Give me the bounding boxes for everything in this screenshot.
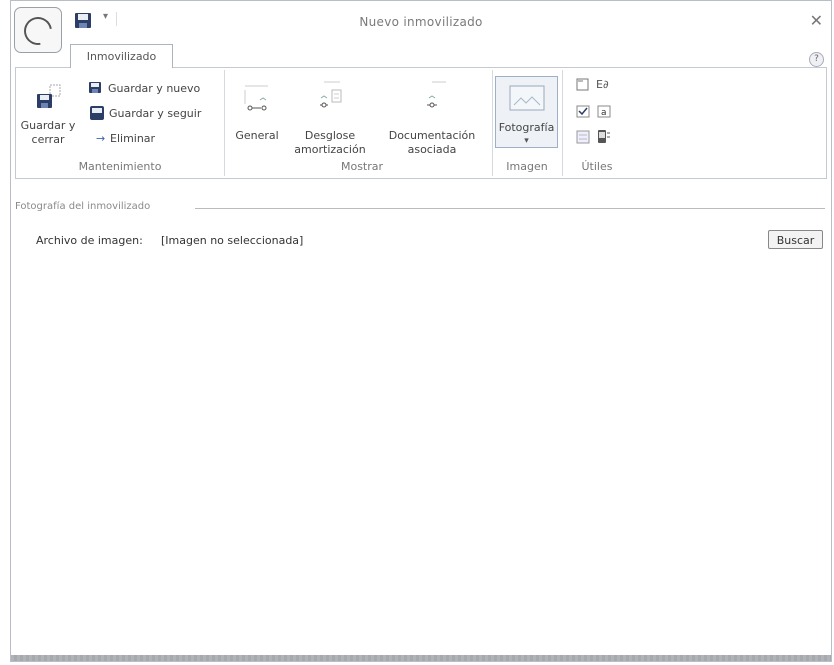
save-new-icon (89, 82, 101, 93)
app-orb-button[interactable] (14, 7, 62, 53)
save-close-icon (37, 84, 61, 108)
archivo-imagen-label: Archivo de imagen: (36, 234, 143, 247)
title-bar: ▾ Nuevo inmovilizado ✕ (11, 1, 831, 53)
fotografia-dropdown-icon: ▾ (524, 136, 529, 146)
calculator-icon[interactable] (576, 130, 590, 144)
section-title: Fotografía del inmovilizado (15, 201, 151, 212)
window-title: Nuevo inmovilizado (359, 15, 483, 29)
close-icon[interactable]: ✕ (810, 11, 823, 30)
delete-arrow-icon: → (96, 132, 106, 145)
check-icon[interactable] (576, 105, 590, 118)
desglose-label-text: Desglose amortización (294, 129, 366, 156)
guardar-seguir-button[interactable]: Guardar y seguir (109, 107, 201, 121)
group-imagen: Fotografía ▾ Imagen (492, 70, 563, 176)
general-icon (244, 85, 268, 111)
assign-icon[interactable]: E∂ (596, 78, 609, 91)
group-label-mantenimiento: Mantenimiento (78, 160, 162, 173)
ribbon: Guardar y cerrar Guardar y nuevo Guardar… (15, 67, 827, 179)
group-utiles: E∂ a Útiles (562, 70, 632, 176)
documentacion-label: Documentación asociada (388, 129, 476, 156)
group-label-mostrar: Mostrar (340, 160, 384, 173)
buscar-button[interactable]: Buscar (768, 230, 823, 249)
desglose-icon (320, 81, 342, 108)
group-mantenimiento: Guardar y cerrar Guardar y nuevo Guardar… (16, 70, 225, 176)
section-divider (195, 208, 825, 209)
eliminar-button[interactable]: Eliminar (110, 132, 155, 146)
desglose-label: Desglose amortización (288, 129, 372, 157)
help-icon[interactable]: ? (809, 52, 824, 67)
app-orb-icon (18, 11, 58, 51)
status-bar (11, 655, 831, 661)
documentacion-asociada-button[interactable]: Documentación asociada (378, 76, 486, 156)
save-continue-icon (90, 106, 104, 120)
general-label: General (235, 129, 279, 142)
phone-icon[interactable] (597, 129, 611, 144)
guardar-cerrar-label: Guardar y cerrar (20, 119, 76, 146)
group-mostrar: General Desglose amortización Documentac… (232, 70, 493, 176)
desglose-amortizacion-button[interactable]: Desglose amortización (288, 76, 372, 156)
print-icon[interactable]: a (597, 105, 611, 118)
documentacion-icon (427, 81, 446, 108)
photo-icon (509, 85, 545, 111)
archivo-imagen-value: [Imagen no seleccionada] (161, 234, 304, 247)
tab-inmovilizado[interactable]: Inmovilizado (70, 44, 173, 68)
new-document-icon[interactable] (576, 78, 589, 91)
group-label-utiles: Útiles (581, 160, 613, 173)
app-window: ▾ Nuevo inmovilizado ✕ Inmovilizado ? Gu… (10, 0, 832, 662)
fotografia-label: Fotografía (498, 121, 555, 134)
fotografia-button[interactable]: Fotografía ▾ (495, 76, 558, 148)
guardar-nuevo-button[interactable]: Guardar y nuevo (108, 82, 200, 96)
svg-text:a: a (601, 108, 607, 118)
group-label-imagen: Imagen (506, 160, 548, 173)
guardar-cerrar-button[interactable]: Guardar y cerrar (18, 78, 78, 156)
general-button[interactable]: General (232, 76, 282, 156)
